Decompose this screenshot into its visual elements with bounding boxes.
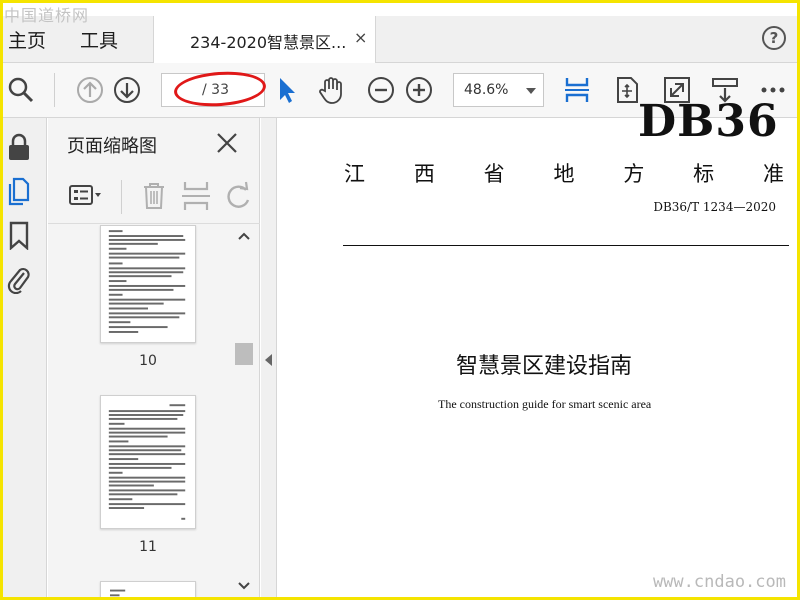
thumbnail-label: 10 — [139, 353, 157, 369]
document-main-title: 智慧景区建设指南 — [456, 354, 633, 379]
previous-page-icon[interactable] — [75, 75, 105, 105]
menu-tools[interactable]: 工具 — [80, 26, 118, 53]
extract-icon[interactable] — [178, 178, 214, 214]
title-char: 方 — [623, 162, 645, 186]
thumbnail-options-icon[interactable] — [68, 178, 104, 214]
thumbnail-label: 11 — [139, 539, 157, 555]
thumbnail-scrollbar[interactable] — [235, 225, 255, 600]
thumbnail-list: 10 11 — [48, 225, 260, 600]
panel-collapse-strip[interactable] — [261, 118, 277, 600]
select-arrow-icon[interactable] — [272, 75, 302, 105]
document-logo: DB36 — [638, 96, 779, 147]
close-icon[interactable] — [214, 130, 240, 156]
help-icon[interactable]: ? — [762, 26, 786, 50]
menu-home[interactable]: 主页 — [8, 26, 46, 53]
rotate-icon[interactable] — [220, 178, 256, 214]
document-title-cn: 江 西 省 地 方 标 准 — [344, 158, 784, 188]
left-rail — [0, 118, 47, 600]
scroll-down-icon[interactable] — [237, 581, 251, 591]
watermark-top: 中国道桥网 — [4, 6, 90, 25]
thumbnail-panel: 页面缩略图 10 11 — [48, 118, 260, 600]
toolbar-separator — [54, 73, 55, 107]
panel-title: 页面缩略图 — [67, 136, 157, 157]
search-icon[interactable] — [6, 75, 36, 105]
panel-toolbar — [48, 170, 260, 224]
paperclip-icon[interactable] — [6, 264, 32, 294]
document-view[interactable]: DB36 江 西 省 地 方 标 准 DB36/T 1234—2020 智慧景区… — [278, 96, 800, 600]
zoom-dropdown[interactable]: 48.6% — [453, 73, 544, 107]
menu-bar: 主页 工具 234-2020智慧景区... × ? — [0, 16, 800, 63]
title-char: 西 — [413, 162, 435, 186]
next-page-icon[interactable] — [112, 75, 142, 105]
collapse-left-icon — [265, 354, 272, 366]
delete-icon[interactable] — [136, 178, 172, 214]
chevron-down-icon — [526, 88, 536, 94]
thumbnail-page-11[interactable] — [100, 395, 196, 529]
title-char: 地 — [553, 162, 575, 186]
document-rule — [343, 245, 789, 246]
scroll-up-icon[interactable] — [237, 231, 251, 241]
title-char: 省 — [483, 162, 505, 186]
tab-close-icon[interactable]: × — [354, 28, 367, 47]
pages-icon[interactable] — [6, 176, 32, 206]
thumbnail-page-12[interactable] — [100, 581, 196, 600]
watermark-bottom: www.cndao.com — [652, 572, 786, 592]
lock-icon[interactable] — [6, 132, 32, 162]
document-tab[interactable]: 234-2020智慧景区... × — [153, 16, 376, 63]
document-code: DB36/T 1234—2020 — [653, 200, 776, 214]
hand-icon[interactable] — [316, 75, 346, 105]
bookmark-icon[interactable] — [6, 220, 32, 250]
zoom-out-icon[interactable] — [366, 75, 396, 105]
document-tab-label: 234-2020智慧景区... — [190, 33, 347, 52]
scrollbar-thumb[interactable] — [235, 343, 253, 365]
panel-separator — [121, 180, 122, 214]
document-subtitle: The construction guide for smart scenic … — [438, 397, 652, 411]
title-char: 标 — [693, 162, 715, 186]
scroll-mode-icon[interactable] — [562, 75, 592, 105]
zoom-value: 48.6% — [464, 82, 509, 98]
title-char: 准 — [762, 162, 784, 186]
zoom-in-icon[interactable] — [404, 75, 434, 105]
title-char: 江 — [344, 162, 365, 186]
thumbnail-page-10[interactable] — [100, 225, 196, 343]
